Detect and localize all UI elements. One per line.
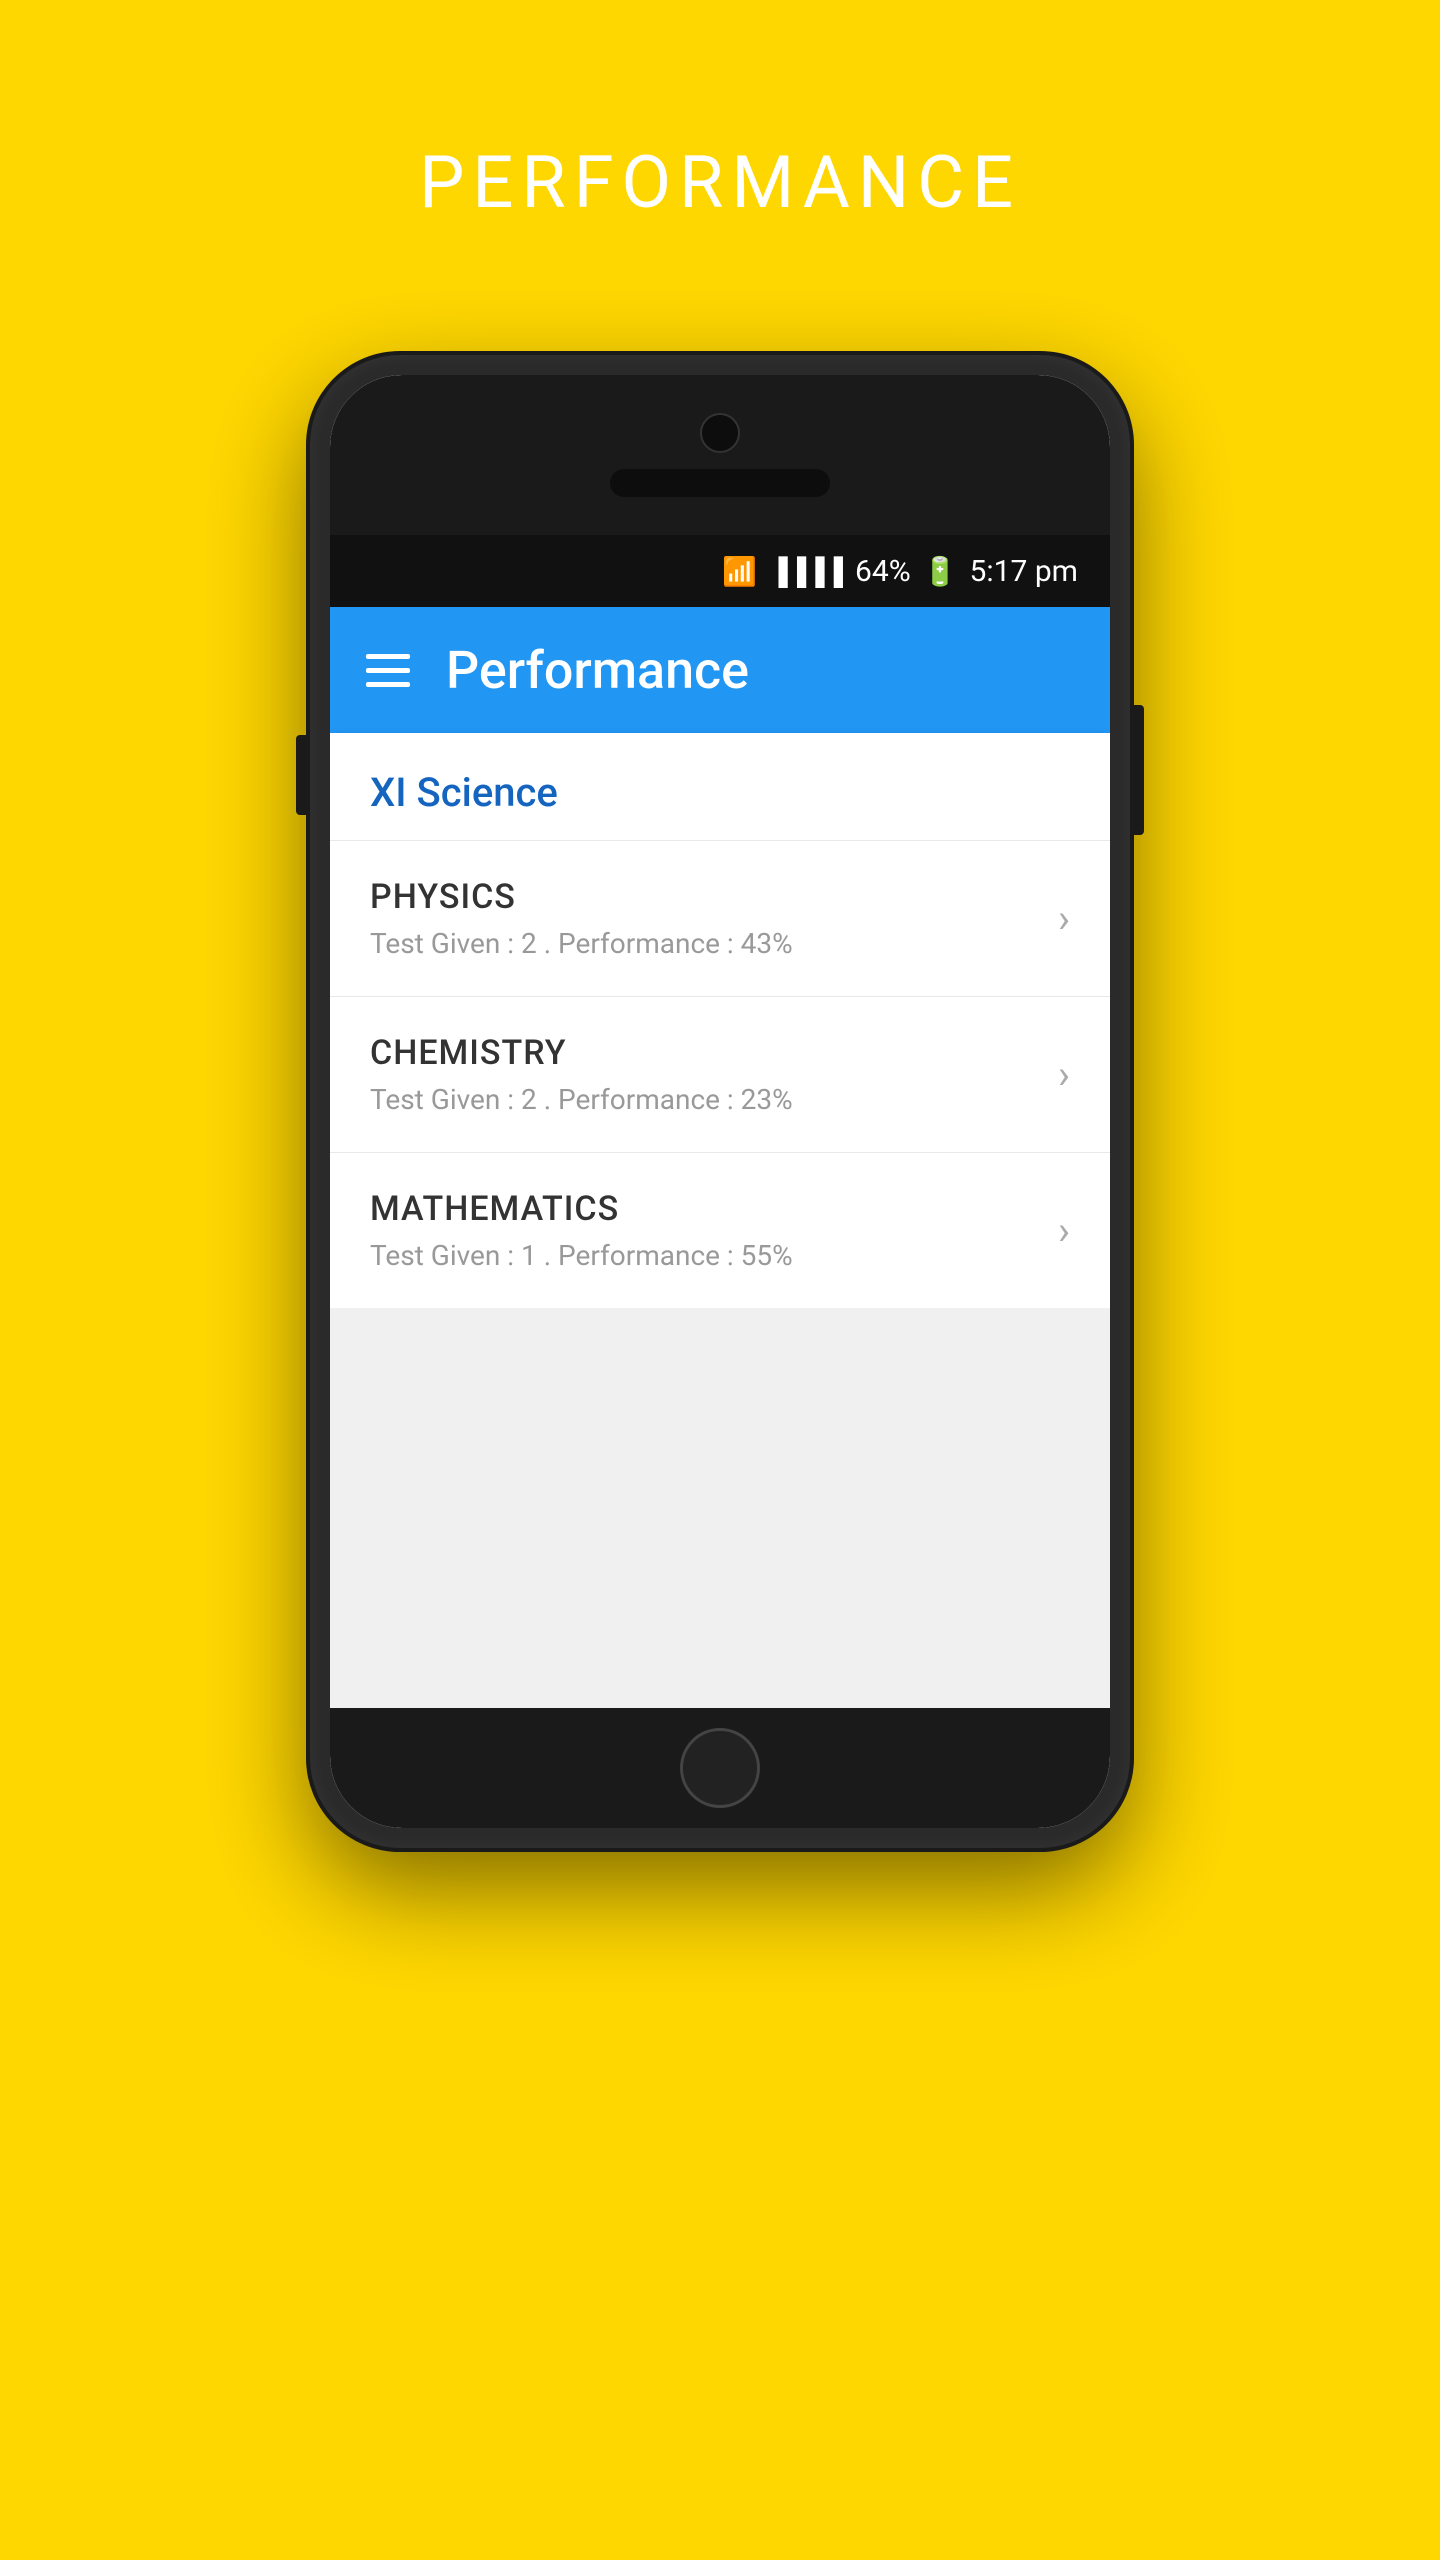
section-header: XI Science [330,733,1110,841]
battery-icon: 🔋 [923,555,958,588]
signal-icon: ▐▐▐▐ [769,556,843,587]
mathematics-chevron-icon: › [1058,1207,1070,1254]
phone-top-bezel [330,375,1110,535]
wifi-icon: 📶 [722,555,757,588]
app-bar: Performance [330,607,1110,733]
physics-item[interactable]: PHYSICS Test Given : 2 . Performance : 4… [330,841,1110,997]
speaker [610,469,830,497]
mathematics-title: MATHEMATICS [370,1189,1038,1229]
status-bar: 📶 ▐▐▐▐ 64% 🔋 5:17 pm [330,535,1110,607]
physics-content: PHYSICS Test Given : 2 . Performance : 4… [370,877,1038,960]
empty-content-area [330,1308,1110,1708]
page-title: PERFORMANCE [419,140,1021,225]
hamburger-menu-button[interactable] [366,654,410,687]
hamburger-line-3 [366,682,410,687]
battery-percent: 64% [855,554,911,589]
section-title: XI Science [370,769,1070,816]
chemistry-item[interactable]: CHEMISTRY Test Given : 2 . Performance :… [330,997,1110,1153]
phone-mockup: 📶 ▐▐▐▐ 64% 🔋 5:17 pm [310,355,1130,1848]
phone-outer: 📶 ▐▐▐▐ 64% 🔋 5:17 pm [310,355,1130,1848]
time-display: 5:17 pm [970,554,1078,589]
mathematics-subtitle: Test Given : 1 . Performance : 55% [370,1239,1038,1272]
chemistry-subtitle: Test Given : 2 . Performance : 23% [370,1083,1038,1116]
mathematics-content: MATHEMATICS Test Given : 1 . Performance… [370,1189,1038,1272]
phone-inner: 📶 ▐▐▐▐ 64% 🔋 5:17 pm [330,375,1110,1828]
chemistry-title: CHEMISTRY [370,1033,1038,1073]
mathematics-item[interactable]: MATHEMATICS Test Given : 1 . Performance… [330,1153,1110,1308]
app-bar-title: Performance [446,640,749,701]
subject-card: XI Science PHYSICS Test Given : 2 . Perf… [330,733,1110,1308]
physics-subtitle: Test Given : 2 . Performance : 43% [370,927,1038,960]
phone-bottom-bezel [330,1708,1110,1828]
physics-chevron-icon: › [1058,895,1070,942]
front-camera [700,413,740,453]
chemistry-content: CHEMISTRY Test Given : 2 . Performance :… [370,1033,1038,1116]
screen: 📶 ▐▐▐▐ 64% 🔋 5:17 pm [330,535,1110,1708]
home-button[interactable] [680,1728,760,1808]
hamburger-line-1 [366,654,410,659]
hamburger-line-2 [366,668,410,673]
chemistry-chevron-icon: › [1058,1051,1070,1098]
physics-title: PHYSICS [370,877,1038,917]
status-icons: 📶 ▐▐▐▐ 64% 🔋 5:17 pm [722,554,1078,589]
